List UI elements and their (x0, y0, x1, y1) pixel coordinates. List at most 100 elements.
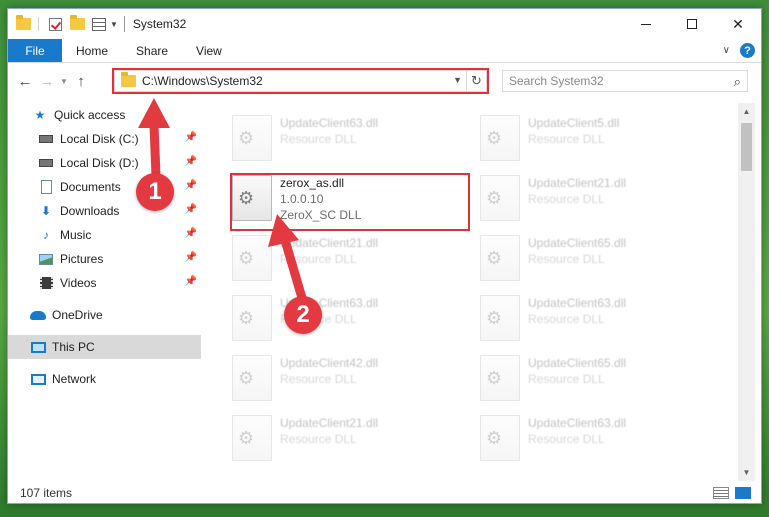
sidebar-item-videos[interactable]: Videos 📌 (8, 271, 201, 295)
file-item[interactable]: UpdateClient42.dll Resource DLL (208, 351, 444, 407)
details-view-icon[interactable] (713, 487, 729, 499)
download-arrow-icon: ⬇ (40, 204, 52, 218)
chevron-down-icon[interactable]: ▼ (110, 20, 118, 29)
properties-list-icon[interactable] (92, 17, 106, 31)
dll-file-icon (232, 415, 272, 461)
disk-icon (38, 156, 54, 170)
scroll-down-icon[interactable]: ▼ (738, 464, 755, 481)
sidebar-item-label: Pictures (60, 252, 104, 266)
folder-icon[interactable] (16, 15, 31, 30)
large-icons-view-icon[interactable] (735, 487, 751, 499)
file-item[interactable]: UpdateClient63.dllResource DLL (208, 291, 444, 347)
dll-file-icon (480, 415, 520, 461)
pin-icon[interactable]: 📌 (185, 156, 197, 167)
file-item[interactable]: UpdateClient65.dll Resource DLL (456, 351, 692, 407)
forward-arrow-icon[interactable]: → (36, 73, 58, 90)
file-name: UpdateClient63.dll (280, 116, 379, 130)
file-description: Resource DLL (528, 432, 605, 446)
minimize-icon (641, 23, 651, 25)
expand-ribbon-icon[interactable]: ∨ (723, 45, 730, 56)
pin-icon[interactable]: 📌 (185, 276, 197, 287)
pin-icon[interactable]: 📌 (185, 252, 197, 263)
status-bar: 107 items (8, 483, 761, 503)
sidebar-item-network[interactable]: Network (8, 367, 201, 391)
sidebar-item-label: Local Disk (C:) (60, 132, 139, 146)
search-input[interactable]: Search System32 ⌕ (502, 70, 748, 92)
document-icon (38, 180, 54, 194)
tab-home[interactable]: Home (62, 39, 122, 62)
pin-icon[interactable]: 📌 (185, 180, 197, 191)
file-item[interactable]: UpdateClient63.dll Resource DLL (456, 411, 692, 467)
sidebar-item-quick-access[interactable]: ★ Quick access (8, 103, 201, 127)
dll-file-icon (480, 355, 520, 401)
file-description: Resource DLL (528, 312, 605, 326)
file-item[interactable]: UpdateClient5.dll Resource DLL (456, 111, 692, 167)
back-arrow-icon[interactable]: ← (14, 73, 36, 90)
cloud-icon (30, 308, 46, 322)
vertical-scrollbar[interactable]: ▲ ▼ (738, 103, 755, 481)
pin-icon[interactable]: 📌 (185, 204, 197, 215)
dll-file-icon (480, 235, 520, 281)
dll-file-icon (232, 235, 272, 281)
file-name: UpdateClient63.dll (528, 416, 627, 430)
file-description: Resource DLL (280, 372, 357, 386)
item-count: 107 items (20, 486, 73, 500)
scroll-thumb[interactable] (741, 123, 752, 171)
close-icon: ✕ (732, 15, 744, 32)
file-item[interactable]: UpdateClient21.dll Resource DLL (208, 231, 444, 287)
sidebar-item-local-disk-d[interactable]: Local Disk (D:) 📌 (8, 151, 201, 175)
file-name: UpdateClient21.dll (528, 176, 627, 190)
sidebar-item-label: This PC (52, 340, 95, 354)
file-description: Resource DLL (528, 132, 605, 146)
file-description: Resource DLL (280, 432, 357, 446)
film-icon (38, 276, 54, 290)
sidebar-item-music[interactable]: ♪ Music 📌 (8, 223, 201, 247)
dll-file-icon (232, 115, 272, 161)
toolbar-divider (38, 17, 39, 31)
sidebar-item-label: Documents (60, 180, 121, 194)
address-highlight-box (112, 68, 489, 94)
close-button[interactable]: ✕ (715, 9, 761, 39)
ribbon-tabs: File Home Share View ∨ ? (8, 39, 761, 63)
sidebar-item-pictures[interactable]: Pictures 📌 (8, 247, 201, 271)
sidebar-item-local-disk-c[interactable]: Local Disk (C:) 📌 (8, 127, 201, 151)
file-description: Resource DLL (528, 372, 605, 386)
sidebar-item-label: Network (52, 372, 97, 386)
file-item[interactable]: UpdateClient21.dll Resource DLL (208, 411, 444, 467)
properties-check-icon[interactable] (49, 17, 62, 31)
new-folder-icon[interactable] (70, 15, 85, 30)
file-item[interactable]: UpdateClient21.dll Resource DLL (456, 171, 692, 227)
search-icon[interactable]: ⌕ (734, 74, 741, 90)
sidebar-item-onedrive[interactable]: OneDrive (8, 303, 201, 327)
search-placeholder: Search System32 (509, 74, 604, 88)
dll-file-icon (232, 295, 272, 341)
picture-icon (38, 252, 54, 266)
computer-icon (30, 340, 46, 354)
file-highlight-box (230, 173, 470, 231)
tab-file[interactable]: File (8, 39, 62, 62)
sidebar-item-label: Quick access (54, 108, 126, 122)
recent-locations-chevron-icon[interactable]: ▼ (58, 77, 70, 86)
file-item[interactable]: UpdateClient65.dll Resource DLL (456, 231, 692, 287)
maximize-button[interactable] (669, 9, 715, 39)
scroll-up-icon[interactable]: ▲ (738, 103, 755, 120)
up-arrow-icon[interactable]: ↑ (70, 73, 92, 90)
music-note-icon: ♪ (43, 228, 49, 242)
sidebar-item-label: Music (60, 228, 92, 242)
file-item[interactable]: UpdateClient63.dllResource DLL (456, 291, 692, 347)
pin-icon[interactable]: 📌 (185, 228, 197, 239)
sidebar-item-this-pc[interactable]: This PC (8, 335, 201, 359)
dll-file-icon (480, 115, 520, 161)
tab-view[interactable]: View (182, 39, 236, 62)
disk-icon (38, 132, 54, 146)
tab-share[interactable]: Share (122, 39, 182, 62)
sidebar-item-downloads[interactable]: ⬇ Downloads 📌 (8, 199, 201, 223)
sidebar-item-label: Local Disk (D:) (60, 156, 139, 170)
file-description: Resource DLL (528, 192, 605, 206)
title-bar: ▼ System32 ✕ (8, 9, 761, 39)
minimize-button[interactable] (623, 9, 669, 39)
file-item[interactable]: UpdateClient63.dllResource DLL (208, 111, 444, 167)
pin-icon[interactable]: 📌 (185, 132, 197, 143)
dll-file-icon (232, 355, 272, 401)
help-icon[interactable]: ? (740, 43, 755, 58)
